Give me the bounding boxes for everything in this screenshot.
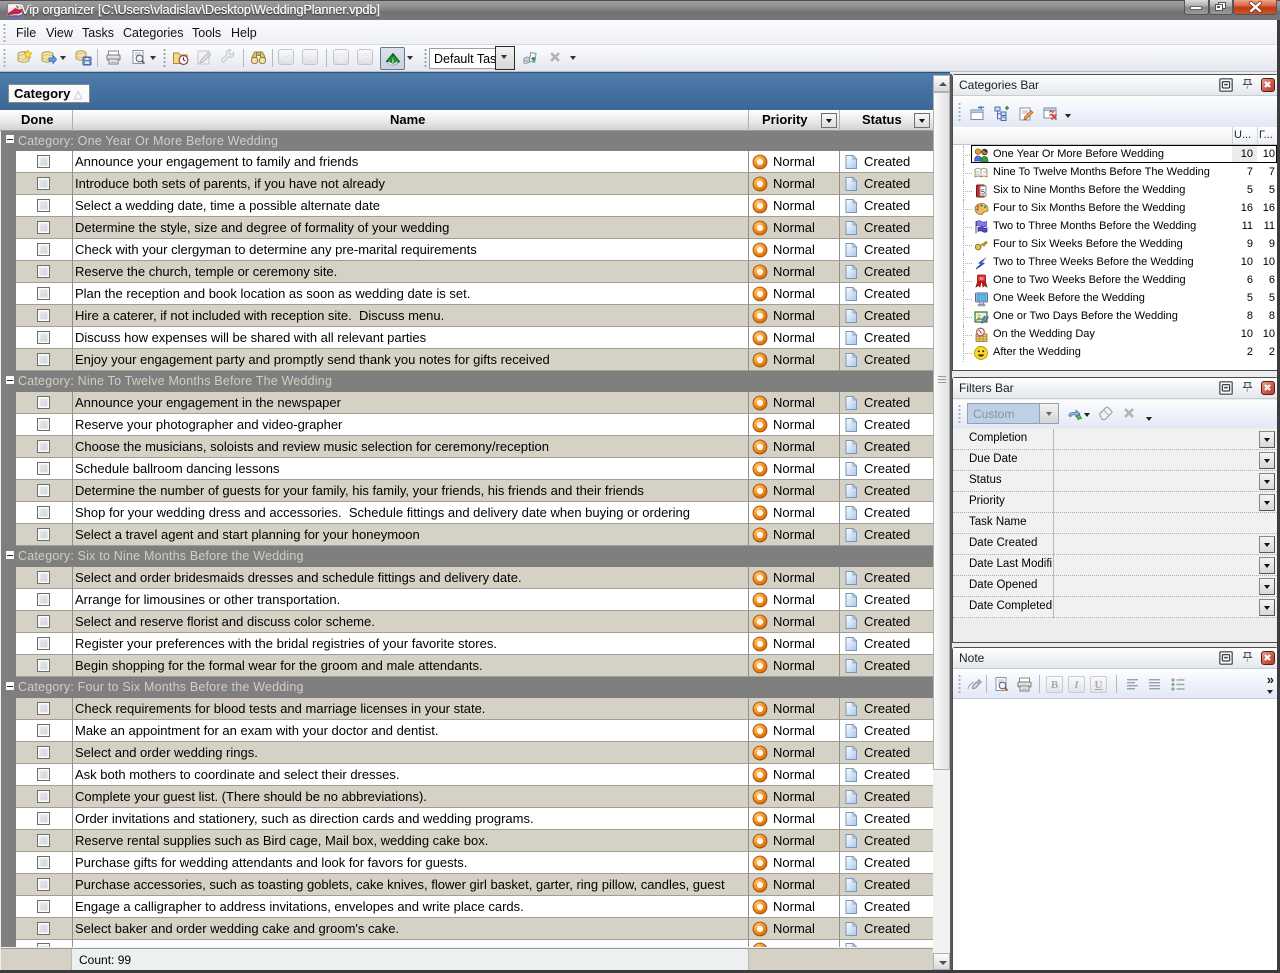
svg-text:5: 5 — [981, 190, 985, 197]
